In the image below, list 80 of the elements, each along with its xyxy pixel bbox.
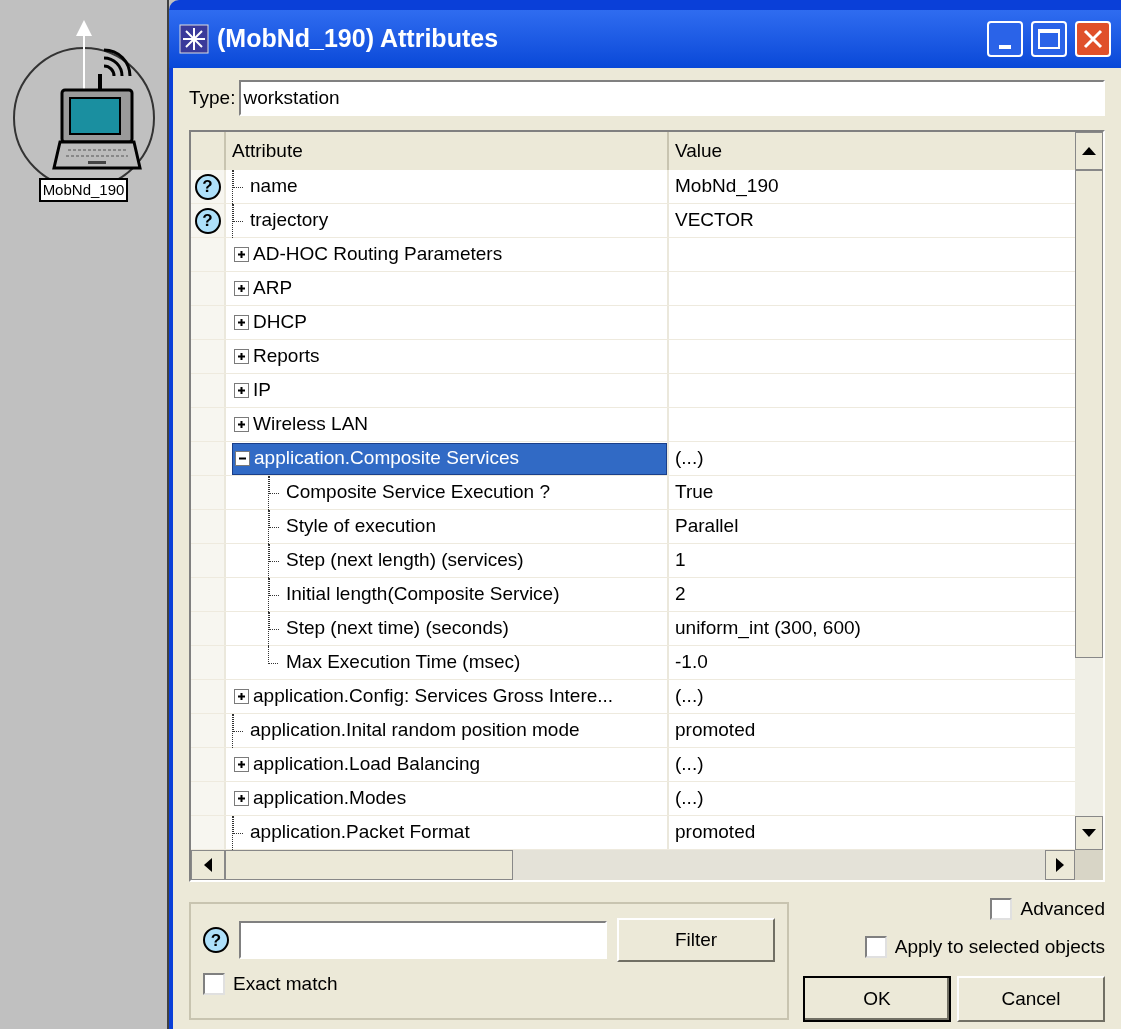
attribute-value[interactable]: (...) bbox=[675, 682, 704, 711]
type-label: Type: bbox=[189, 85, 236, 110]
checkbox-label[interactable]: Exact match bbox=[233, 970, 338, 999]
window-title: (MobNd_190) Attributes bbox=[217, 23, 500, 55]
expand-icon[interactable] bbox=[234, 689, 249, 704]
expand-icon[interactable] bbox=[234, 349, 249, 364]
attribute-value[interactable]: 1 bbox=[675, 546, 686, 575]
type-field[interactable]: workstation bbox=[239, 80, 1105, 116]
maximize-button[interactable] bbox=[1031, 21, 1067, 57]
attribute-name[interactable]: DHCP bbox=[253, 308, 307, 337]
attribute-value[interactable]: True bbox=[675, 478, 714, 507]
attribute-name[interactable]: Wireless LAN bbox=[253, 410, 369, 439]
help-icon[interactable]: ? bbox=[194, 207, 221, 234]
attribute-name[interactable]: IP bbox=[253, 376, 271, 405]
attribute-name[interactable]: AD-HOC Routing Parameters bbox=[253, 240, 503, 269]
close-icon bbox=[1082, 28, 1104, 50]
attribute-value[interactable]: 2 bbox=[675, 580, 686, 609]
scroll-left-button[interactable] bbox=[191, 850, 225, 880]
star-icon bbox=[179, 24, 209, 54]
checkbox[interactable] bbox=[203, 973, 225, 996]
expand-icon[interactable] bbox=[234, 757, 249, 772]
expand-icon[interactable] bbox=[234, 791, 249, 806]
attribute-name[interactable]: Step (next time) (seconds) bbox=[286, 614, 509, 643]
attribute-value[interactable]: MobNd_190 bbox=[675, 172, 779, 201]
checkbox[interactable] bbox=[864, 936, 887, 958]
attribute-name[interactable]: application.Inital random position mode bbox=[250, 716, 580, 745]
attribute-name[interactable]: Initial length(Composite Service) bbox=[286, 580, 560, 609]
column-header[interactable]: Value bbox=[669, 132, 1075, 170]
attribute-name[interactable]: name bbox=[250, 172, 298, 201]
minimize-button[interactable] bbox=[987, 21, 1023, 57]
up-arrow-icon bbox=[1082, 147, 1096, 155]
attribute-value[interactable]: uniform_int (300, 600) bbox=[675, 614, 861, 643]
dialog-button[interactable]: OK bbox=[803, 976, 951, 1022]
help-icon[interactable]: ? bbox=[203, 927, 229, 953]
attribute-name[interactable]: Style of execution bbox=[286, 512, 436, 541]
vertical-scrollbar[interactable] bbox=[1075, 132, 1103, 850]
attribute-value[interactable]: promoted bbox=[675, 818, 756, 847]
scroll-right-button[interactable] bbox=[1045, 850, 1075, 880]
expand-icon[interactable] bbox=[234, 315, 249, 330]
attribute-name[interactable]: trajectory bbox=[250, 206, 329, 235]
attribute-name[interactable]: application.Modes bbox=[253, 784, 407, 813]
attribute-value[interactable]: (...) bbox=[675, 444, 704, 473]
scrollbar-corner bbox=[1075, 850, 1103, 880]
scroll-thumb[interactable] bbox=[1075, 170, 1103, 658]
help-icon[interactable]: ? bbox=[194, 173, 221, 200]
attribute-value[interactable]: (...) bbox=[675, 750, 704, 779]
attribute-value[interactable]: VECTOR bbox=[675, 206, 754, 235]
column-header[interactable]: Attribute bbox=[226, 132, 669, 170]
attribute-name[interactable]: application.Config: Services Gross Intere... bbox=[253, 682, 614, 711]
expand-icon[interactable] bbox=[234, 281, 249, 296]
attribute-value[interactable]: (...) bbox=[675, 784, 704, 813]
attribute-name[interactable]: Reports bbox=[253, 342, 320, 371]
close-button[interactable] bbox=[1075, 21, 1111, 57]
collapse-icon[interactable] bbox=[235, 451, 250, 466]
attribute-name[interactable]: application.Load Balancing bbox=[253, 750, 481, 779]
attribute-name[interactable]: Composite Service Execution ? bbox=[286, 478, 550, 507]
attribute-value[interactable]: Parallel bbox=[675, 512, 739, 541]
attribute-value[interactable]: promoted bbox=[675, 716, 756, 745]
attribute-value[interactable]: -1.0 bbox=[675, 648, 708, 677]
node-label: MobNd_190 bbox=[38, 178, 129, 202]
checkbox-label[interactable]: Advanced bbox=[1020, 894, 1105, 924]
expand-icon[interactable] bbox=[234, 383, 249, 398]
horizontal-scrollbar[interactable] bbox=[191, 850, 1103, 880]
scroll-thumb[interactable] bbox=[225, 850, 513, 880]
dialog-button[interactable]: Cancel bbox=[957, 976, 1105, 1022]
down-arrow-icon bbox=[1082, 829, 1096, 837]
attribute-name[interactable]: application.Packet Format bbox=[250, 818, 470, 847]
right-arrow-icon bbox=[1056, 858, 1064, 872]
checkbox[interactable] bbox=[990, 898, 1013, 920]
left-arrow-icon bbox=[204, 858, 212, 872]
expand-icon[interactable] bbox=[234, 417, 249, 432]
scroll-down-button[interactable] bbox=[1075, 816, 1103, 850]
attribute-name[interactable]: Max Execution Time (msec) bbox=[286, 648, 521, 677]
filter-field[interactable] bbox=[239, 921, 607, 959]
checkbox-label[interactable]: Apply to selected objects bbox=[894, 932, 1105, 962]
attribute-name[interactable]: Step (next length) (services) bbox=[286, 546, 524, 575]
scroll-up-button[interactable] bbox=[1075, 132, 1103, 170]
attribute-name[interactable]: ARP bbox=[253, 274, 293, 303]
filter-button[interactable]: Filter bbox=[617, 918, 775, 962]
expand-icon[interactable] bbox=[234, 247, 249, 262]
